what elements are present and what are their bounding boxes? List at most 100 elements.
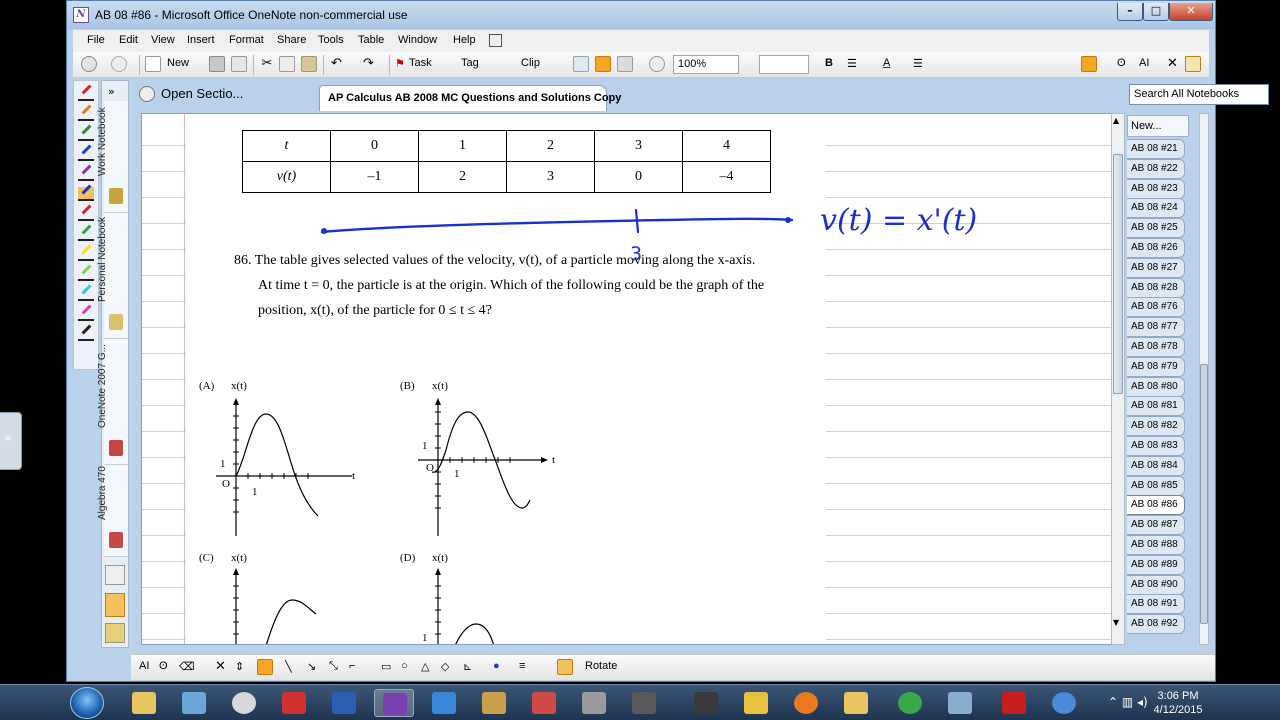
copy-icon[interactable] — [279, 56, 295, 72]
new-page-button[interactable]: New... — [1127, 115, 1189, 137]
explorer-taskbar-icon[interactable] — [124, 689, 164, 717]
notebook-work[interactable]: Work Notebook — [97, 101, 128, 213]
pen-selected-icon[interactable] — [78, 184, 94, 201]
ie-taskbar-icon[interactable] — [1044, 689, 1084, 717]
xyz-taskbar-icon[interactable] — [736, 689, 776, 717]
text-insert-icon[interactable]: AI — [139, 660, 149, 672]
open-notebook-icon[interactable] — [105, 623, 125, 643]
firefox-taskbar-icon[interactable] — [786, 689, 826, 717]
notebook-algebra[interactable]: Algebra 470 — [97, 465, 128, 557]
menu-window[interactable]: Window — [398, 34, 437, 46]
network-taskbar-icon[interactable] — [174, 689, 214, 717]
ink-annotations[interactable]: 3 v(t) = x'(t) — [142, 114, 1113, 645]
triangle-icon[interactable]: △ — [421, 660, 429, 673]
game-taskbar-icon[interactable] — [524, 689, 564, 717]
minimize-button[interactable]: – — [1117, 3, 1143, 21]
scroll-up-icon[interactable]: ▲ — [1113, 116, 1119, 125]
line-icon[interactable]: ╲ — [285, 660, 292, 673]
dice-taskbar-icon[interactable] — [574, 689, 614, 717]
media-taskbar-icon[interactable] — [836, 689, 876, 717]
line-weight-icon[interactable]: ≡ — [519, 660, 525, 672]
axis-icon[interactable]: ⌐ — [349, 660, 355, 672]
arrow-icon[interactable]: ↘ — [307, 660, 316, 673]
cut-icon[interactable]: ✂ — [259, 56, 275, 72]
onenote-taskbar-icon[interactable] — [374, 689, 414, 717]
active-pen-icon[interactable] — [1081, 56, 1097, 72]
page-tab[interactable]: AB 08 #76 — [1127, 297, 1185, 318]
font-size-select[interactable] — [759, 55, 809, 74]
color-picker-icon[interactable]: ● — [493, 660, 500, 672]
page-tab[interactable]: AB 08 #78 — [1127, 337, 1185, 357]
pen-green2-icon[interactable] — [78, 224, 94, 241]
paste-icon[interactable] — [301, 56, 317, 72]
page-tab[interactable]: AB 08 #90 — [1127, 574, 1185, 595]
forward-icon[interactable] — [111, 56, 127, 72]
pin-taskbar-icon[interactable] — [274, 689, 314, 717]
page-tab[interactable]: AB 08 #27 — [1127, 257, 1185, 278]
circle-icon[interactable]: ○ — [401, 660, 408, 672]
double-arrow-icon[interactable]: ⤡ — [329, 660, 338, 673]
pen-blue-icon[interactable] — [78, 144, 94, 161]
page-vertical-scrollbar[interactable]: ▲ ▼ — [1111, 113, 1125, 645]
page-tab[interactable]: AB 08 #26 — [1127, 238, 1185, 258]
scroll-thumb[interactable] — [1113, 154, 1123, 394]
open-sections-button[interactable]: Open Sectio... — [161, 86, 243, 101]
taskbar-clock[interactable]: 3:06 PM 4/12/2015 — [1146, 689, 1210, 717]
tag-button[interactable]: Tag — [461, 57, 479, 69]
clock-taskbar-icon[interactable] — [224, 689, 264, 717]
menu-help[interactable]: Help — [453, 34, 476, 46]
section-tab-active[interactable]: AP Calculus AB 2008 MC Questions and Sol… — [319, 85, 621, 111]
page-tab[interactable]: AB 08 #91 — [1127, 594, 1185, 615]
page-tab[interactable]: AB 08 #85 — [1127, 475, 1185, 496]
page-tab[interactable]: AB 08 #83 — [1127, 436, 1185, 456]
bold-icon[interactable]: B — [825, 57, 833, 69]
page-tab[interactable]: AB 08 #79 — [1127, 356, 1185, 377]
zoom-select[interactable]: 100% — [673, 55, 739, 74]
insert-space-icon[interactable]: ⇕ — [235, 660, 244, 673]
highlighter-yellow-icon[interactable] — [78, 244, 94, 261]
back-icon[interactable] — [81, 56, 97, 72]
pen-orange-icon[interactable] — [78, 104, 94, 121]
search-input[interactable]: Search All Notebooks — [1129, 84, 1269, 105]
word-taskbar-icon[interactable] — [324, 689, 364, 717]
system-tray-icons[interactable]: ⌃ ▥ ◂) — [1108, 695, 1148, 709]
menu-edit[interactable]: Edit — [119, 34, 138, 46]
font-color-icon[interactable]: A — [883, 57, 890, 69]
bullets-icon[interactable]: ☰ — [847, 57, 857, 70]
all-notebooks-icon[interactable] — [105, 593, 125, 617]
side-note-handle[interactable]: » — [0, 412, 22, 470]
lasso-icon[interactable]: ʘ — [1117, 57, 1126, 69]
redo-icon[interactable]: ↷ — [363, 55, 374, 71]
pen-black-icon[interactable] — [78, 324, 94, 341]
note-page[interactable]: t 0 1 2 3 4 v(t) –1 2 3 0 –4 86. The tab — [141, 113, 1113, 645]
menu-format[interactable]: Format — [229, 34, 264, 46]
eraser-icon[interactable] — [617, 56, 633, 72]
pen-purple-icon[interactable] — [78, 164, 94, 181]
text-tool-icon[interactable]: AI — [1139, 57, 1149, 69]
highlighter-cyan-icon[interactable] — [78, 284, 94, 301]
research-icon[interactable] — [649, 56, 665, 72]
help-link-icon[interactable] — [489, 34, 502, 47]
eraser-tool-icon[interactable]: ⌫ — [179, 660, 195, 673]
onenote-app-icon[interactable]: N — [73, 7, 89, 23]
chrome-taskbar-icon[interactable] — [890, 689, 930, 717]
page-tab[interactable]: AB 08 #80 — [1127, 376, 1185, 397]
start-button[interactable] — [70, 687, 104, 719]
undo-icon[interactable]: ↶ — [331, 55, 342, 71]
tabs-scroll-thumb[interactable] — [1200, 364, 1208, 624]
page-tab[interactable]: AB 08 #28 — [1127, 277, 1185, 298]
rectangle-icon[interactable]: ▭ — [381, 660, 391, 673]
task-flag-icon[interactable]: ⚑ — [395, 57, 405, 70]
print-icon[interactable] — [209, 56, 225, 72]
page-tab[interactable]: AB 08 #81 — [1127, 396, 1185, 417]
page-tab[interactable]: AB 08 #23 — [1127, 178, 1185, 199]
new-button[interactable]: New — [167, 57, 189, 69]
maximize-button[interactable]: □ — [1143, 3, 1169, 21]
menu-tools[interactable]: Tools — [318, 34, 344, 46]
hp-taskbar-icon[interactable] — [686, 689, 726, 717]
delete-ink-icon[interactable]: ✕ — [215, 658, 226, 674]
lasso-select-icon[interactable]: ʘ — [159, 660, 168, 672]
clip-button[interactable]: Clip — [521, 57, 540, 69]
page-tabs-scrollbar[interactable] — [1199, 113, 1209, 645]
pen-tool-icon[interactable] — [257, 659, 273, 675]
